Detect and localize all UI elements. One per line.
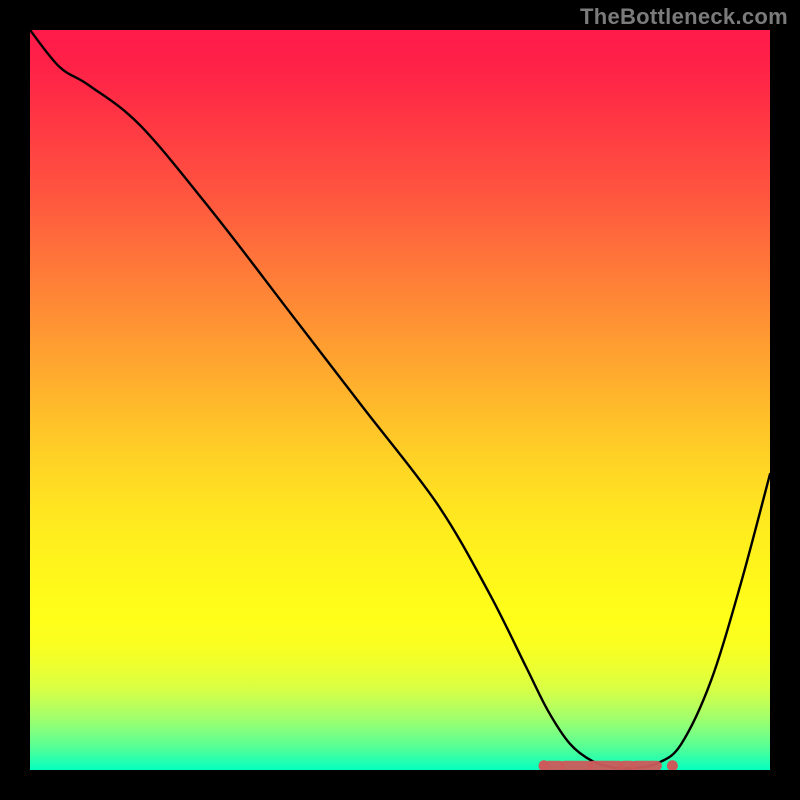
bottleneck-curve — [30, 30, 770, 769]
curve-layer — [30, 30, 770, 770]
optimal-range-marker — [539, 760, 678, 770]
attribution-label: TheBottleneck.com — [580, 4, 788, 30]
optimal-range-endpoint — [667, 760, 678, 770]
plot-area — [30, 30, 770, 770]
chart-frame: TheBottleneck.com — [0, 0, 800, 800]
